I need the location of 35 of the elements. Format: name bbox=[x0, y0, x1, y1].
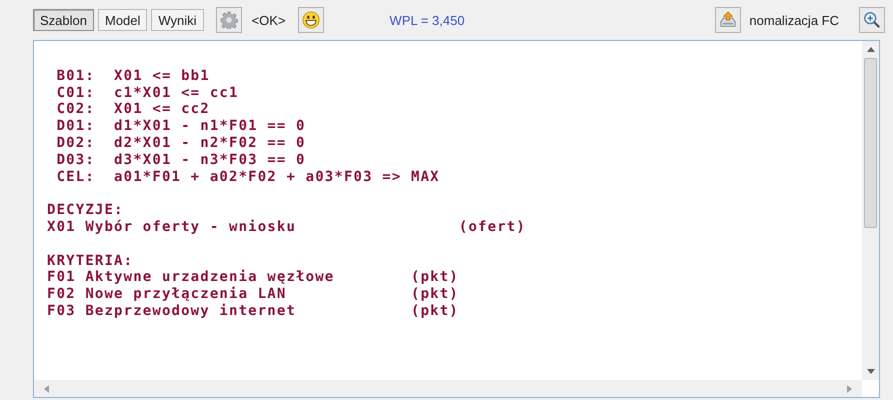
tab[interactable]: Szablon bbox=[33, 9, 94, 31]
scroll-up-icon[interactable] bbox=[866, 47, 874, 52]
normalization-label: nomalizacja FC bbox=[749, 12, 839, 28]
code-line: DECYZJE: bbox=[47, 202, 125, 219]
code-line: KRYTERIA: bbox=[47, 252, 134, 270]
code-line: B01: X01 <= bb1 bbox=[56, 68, 211, 85]
vertical-scrollbar[interactable] bbox=[862, 41, 879, 380]
code-line: D02: d2*X01 - n2*F02 == 0 bbox=[56, 134, 307, 152]
scroll-thumb[interactable] bbox=[864, 58, 877, 228]
zoom-button[interactable] bbox=[859, 7, 885, 33]
upload-button[interactable] bbox=[715, 7, 742, 33]
tab[interactable]: Wyniki bbox=[151, 9, 204, 31]
settings-button[interactable] bbox=[216, 7, 242, 33]
status-text: <OK> bbox=[252, 12, 286, 28]
code-line: F03 Bezprzewodowy internet (pkt) bbox=[47, 302, 460, 320]
code-line: C01: c1*X01 <= cc1 bbox=[56, 84, 240, 102]
horizontal-scrollbar[interactable] bbox=[34, 380, 862, 397]
code-line: X01 Wybór oferty - wniosku (ofert) bbox=[47, 218, 527, 236]
text-editor[interactable] bbox=[33, 40, 880, 398]
code-line: F02 Nowe przyłączenia LAN (pkt) bbox=[47, 286, 460, 303]
code-line: CEL: a01*F01 + a02*F02 + a03*F03 => MAX bbox=[56, 168, 441, 186]
scroll-left-icon[interactable] bbox=[44, 384, 49, 392]
zoom-in-icon bbox=[863, 11, 881, 29]
wpl-value: WPL = 3,450 bbox=[390, 12, 465, 28]
code-line: C02: X01 <= cc2 bbox=[56, 101, 211, 118]
scroll-down-icon[interactable] bbox=[866, 369, 874, 374]
tray-arrow-icon bbox=[719, 11, 738, 29]
tab[interactable]: Model bbox=[98, 9, 148, 31]
smiley-icon bbox=[302, 11, 320, 29]
gear-icon bbox=[220, 11, 238, 29]
code-line: D03: d3*X01 - n3*F03 == 0 bbox=[56, 152, 307, 169]
smiley-button[interactable] bbox=[298, 7, 324, 33]
scroll-right-icon[interactable] bbox=[847, 384, 852, 392]
code-line: D01: d1*X01 - n1*F01 == 0 bbox=[56, 118, 307, 135]
code-line: F01 Aktywne urzadzenia węzłowe (pkt) bbox=[47, 269, 460, 286]
